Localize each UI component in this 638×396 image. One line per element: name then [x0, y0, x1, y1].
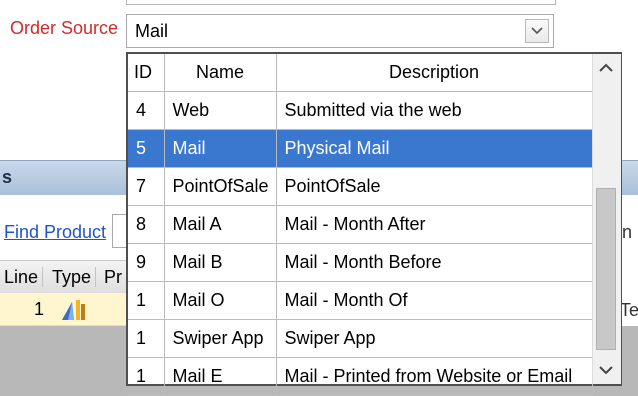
item-description: Submitted via the web — [276, 91, 593, 130]
scroll-up-button[interactable] — [592, 54, 620, 82]
header-description: Description — [276, 54, 593, 92]
item-name: Web — [164, 91, 277, 130]
item-name: Mail E — [164, 357, 277, 396]
item-id: 7 — [128, 167, 165, 206]
list-item[interactable]: 4 Web Submitted via the web — [128, 91, 593, 130]
chevron-up-icon — [599, 63, 613, 72]
dropdown-toggle-button[interactable] — [525, 19, 549, 43]
dropdown-table: ID Name Description 4 Web Submitted via … — [128, 54, 593, 396]
item-id: 8 — [128, 205, 165, 244]
table-row[interactable]: 1 — [0, 293, 132, 326]
item-description: Mail - Printed from Website or Email — [276, 357, 593, 396]
item-name: Mail A — [164, 205, 277, 244]
line-number: 1 — [34, 299, 45, 319]
column-line[interactable]: Line — [4, 267, 44, 287]
partial-text-right: n — [622, 222, 633, 242]
grid-panel-title: s — [2, 167, 13, 187]
item-id: 5 — [128, 129, 165, 168]
item-name: Mail — [164, 129, 277, 168]
item-description: Swiper App — [276, 319, 593, 358]
item-name: PointOfSale — [164, 167, 277, 206]
column-type[interactable]: Type — [52, 267, 97, 287]
order-source-value: Mail — [135, 21, 169, 41]
scrollbar-thumb[interactable] — [596, 188, 616, 350]
product-type-icon — [60, 298, 88, 327]
item-description: Mail - Month After — [276, 205, 593, 244]
item-id: 1 — [128, 281, 165, 320]
item-id: 1 — [128, 319, 165, 358]
column-product[interactable]: Pr — [104, 267, 126, 287]
item-id: 9 — [128, 243, 165, 282]
item-name: Swiper App — [164, 319, 277, 358]
partial-text-right-row: Te — [620, 300, 638, 320]
chevron-down-icon — [531, 27, 543, 35]
item-id: 1 — [128, 357, 165, 396]
item-name: Mail O — [164, 281, 277, 320]
list-item[interactable]: 1 Mail E Mail - Printed from Website or … — [128, 357, 593, 396]
grid-column-header: Line Type Pr — [0, 260, 132, 294]
header-name: Name — [164, 54, 277, 92]
item-description: Physical Mail — [276, 129, 593, 168]
list-item-selected[interactable]: 5 Mail Physical Mail — [128, 129, 593, 168]
item-description: Mail - Month Before — [276, 243, 593, 282]
list-item[interactable]: 8 Mail A Mail - Month After — [128, 205, 593, 244]
dropdown-header-row: ID Name Description — [128, 54, 593, 92]
item-id: 4 — [128, 91, 165, 130]
item-description: Mail - Month Of — [276, 281, 593, 320]
top-partial-field[interactable] — [126, 0, 556, 5]
list-item[interactable]: 1 Mail O Mail - Month Of — [128, 281, 593, 320]
list-item[interactable]: 1 Swiper App Swiper App — [128, 319, 593, 358]
order-source-dropdown-list[interactable]: ID Name Description 4 Web Submitted via … — [126, 52, 622, 396]
item-name: Mail B — [164, 243, 277, 282]
scroll-down-button[interactable] — [592, 356, 620, 384]
order-source-label: Order Source — [10, 18, 119, 38]
order-source-select[interactable]: Mail — [126, 14, 554, 48]
item-description: PointOfSale — [276, 167, 593, 206]
list-item[interactable]: 9 Mail B Mail - Month Before — [128, 243, 593, 282]
chevron-down-icon — [599, 366, 613, 375]
find-product-link[interactable]: Find Product — [4, 222, 106, 243]
header-id: ID — [128, 54, 165, 92]
list-item[interactable]: 7 PointOfSale PointOfSale — [128, 167, 593, 206]
